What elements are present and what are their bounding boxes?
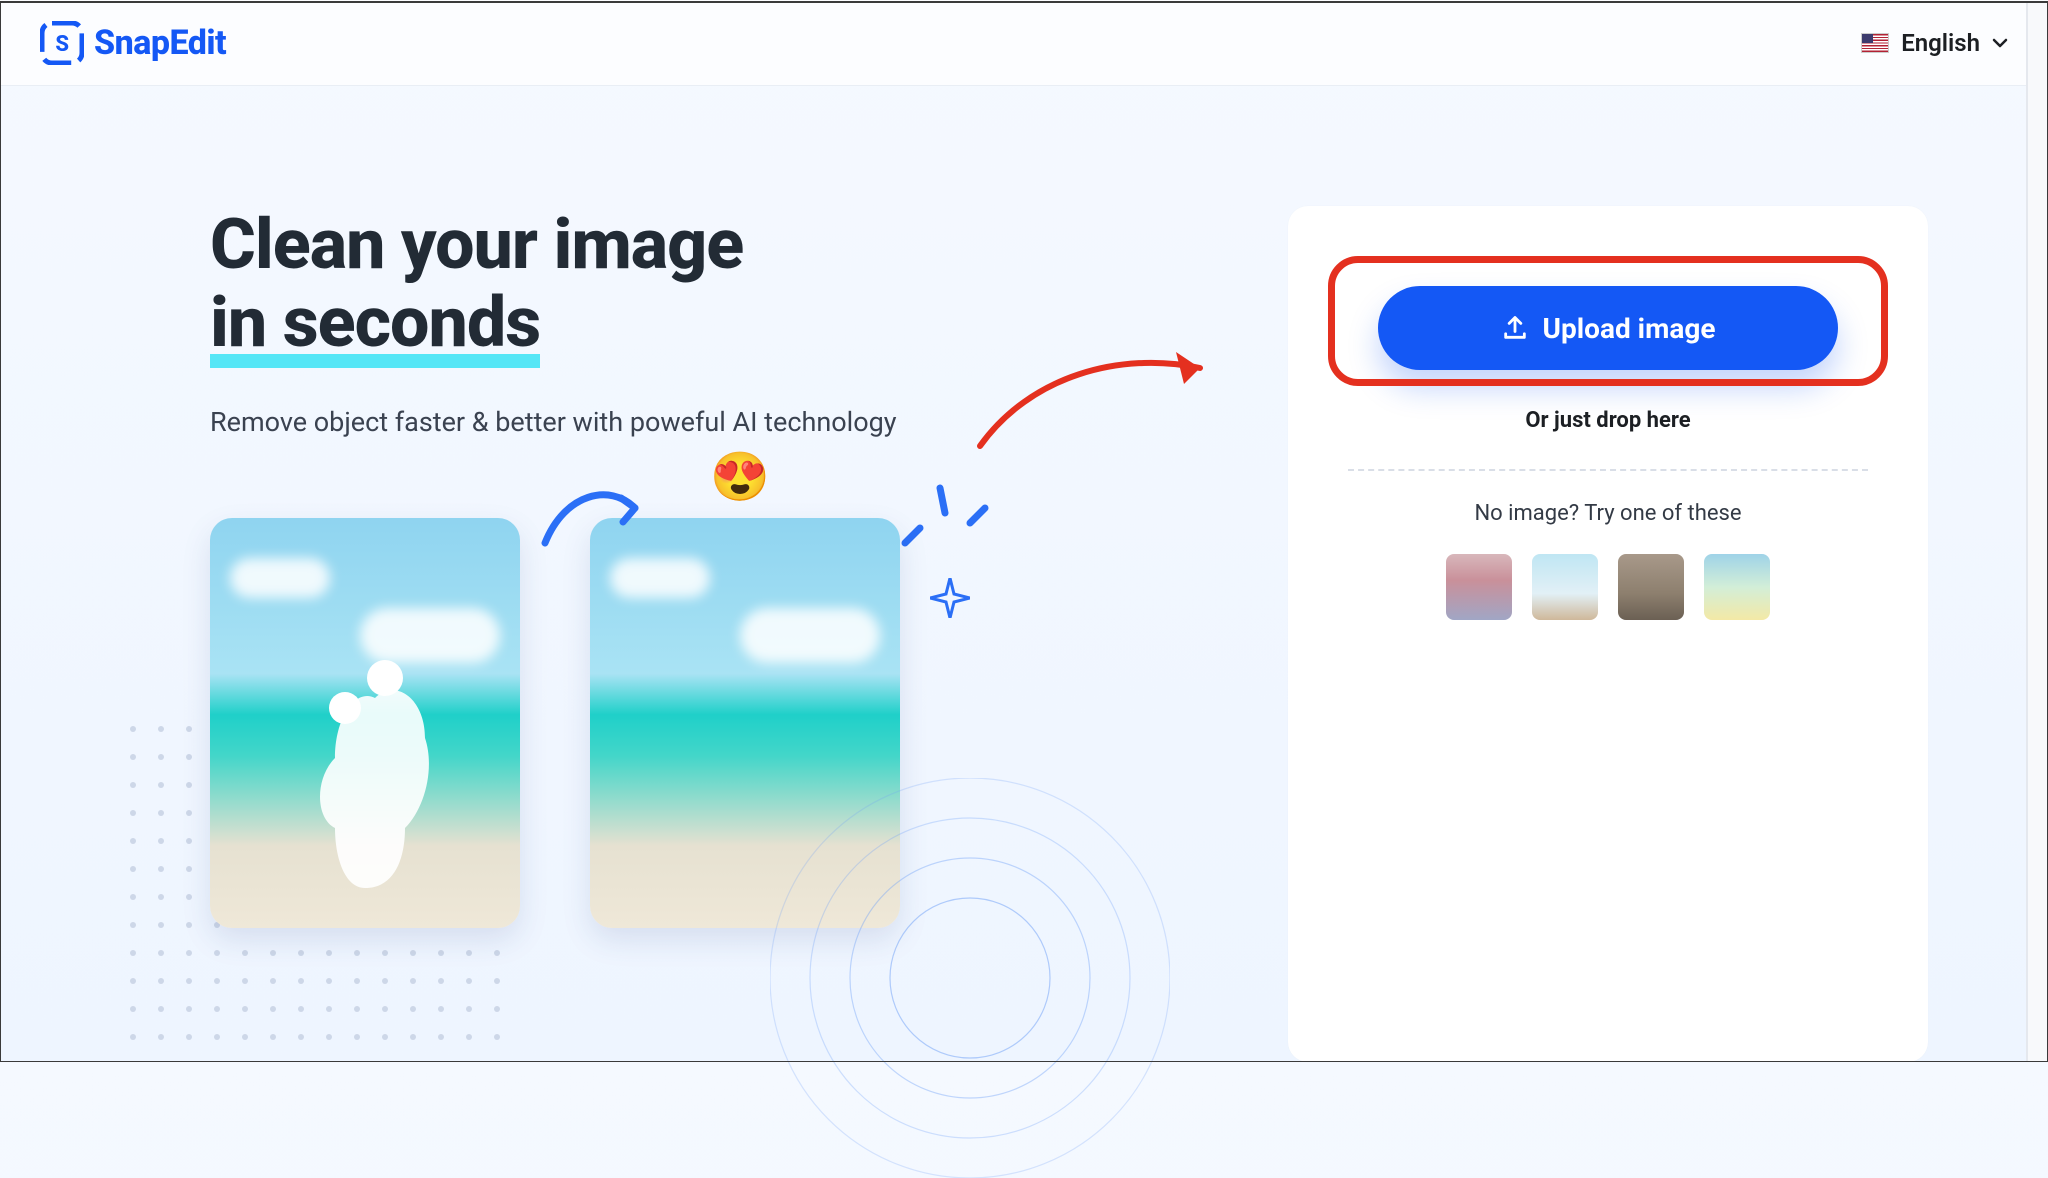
brand-icon: S [40,21,84,65]
sample-row [1348,554,1868,620]
sample-image-1[interactable] [1446,554,1512,620]
hero-column: Clean your image in seconds Remove objec… [210,206,1238,1062]
upload-image-button[interactable]: Upload image [1378,286,1838,370]
transition-arrow-icon [535,478,655,558]
hero-subtitle: Remove object faster & better with powef… [210,406,1238,438]
sample-image-2[interactable] [1532,554,1598,620]
brand-logo[interactable]: S SnapEdit [40,21,226,65]
hero-title: Clean your image in seconds [210,206,1238,368]
couple-silhouette-icon [275,618,455,898]
divider [1348,469,1868,471]
scrollbar[interactable] [2026,1,2048,1062]
upload-button-label: Upload image [1543,312,1716,345]
preview-before [210,518,520,928]
header: S SnapEdit English [0,0,2048,86]
burst-lines-icon [900,458,990,548]
sample-image-4[interactable] [1704,554,1770,620]
language-label: English [1901,29,1980,57]
hero-title-line1: Clean your image [210,204,743,286]
drop-here-label: Or just drop here [1348,408,1868,433]
language-selector[interactable]: English [1861,29,2008,57]
try-sample-label: No image? Try one of these [1348,501,1868,526]
upload-card: Upload image Or just drop here No image?… [1288,206,1928,1062]
brand-name: SnapEdit [94,23,226,63]
sparkle-icon [930,578,970,618]
chevron-down-icon [1992,35,2008,51]
svg-text:S: S [55,32,68,57]
hero-title-line2: in seconds [210,294,540,368]
us-flag-icon [1861,33,1889,53]
sample-image-3[interactable] [1618,554,1684,620]
before-after-preview: 😍 [210,518,1238,928]
rings-decoration-icon [770,778,1170,1178]
upload-icon [1501,314,1529,342]
heart-eyes-emoji-icon: 😍 [710,448,770,505]
main: Clean your image in seconds Remove objec… [0,86,2048,1062]
